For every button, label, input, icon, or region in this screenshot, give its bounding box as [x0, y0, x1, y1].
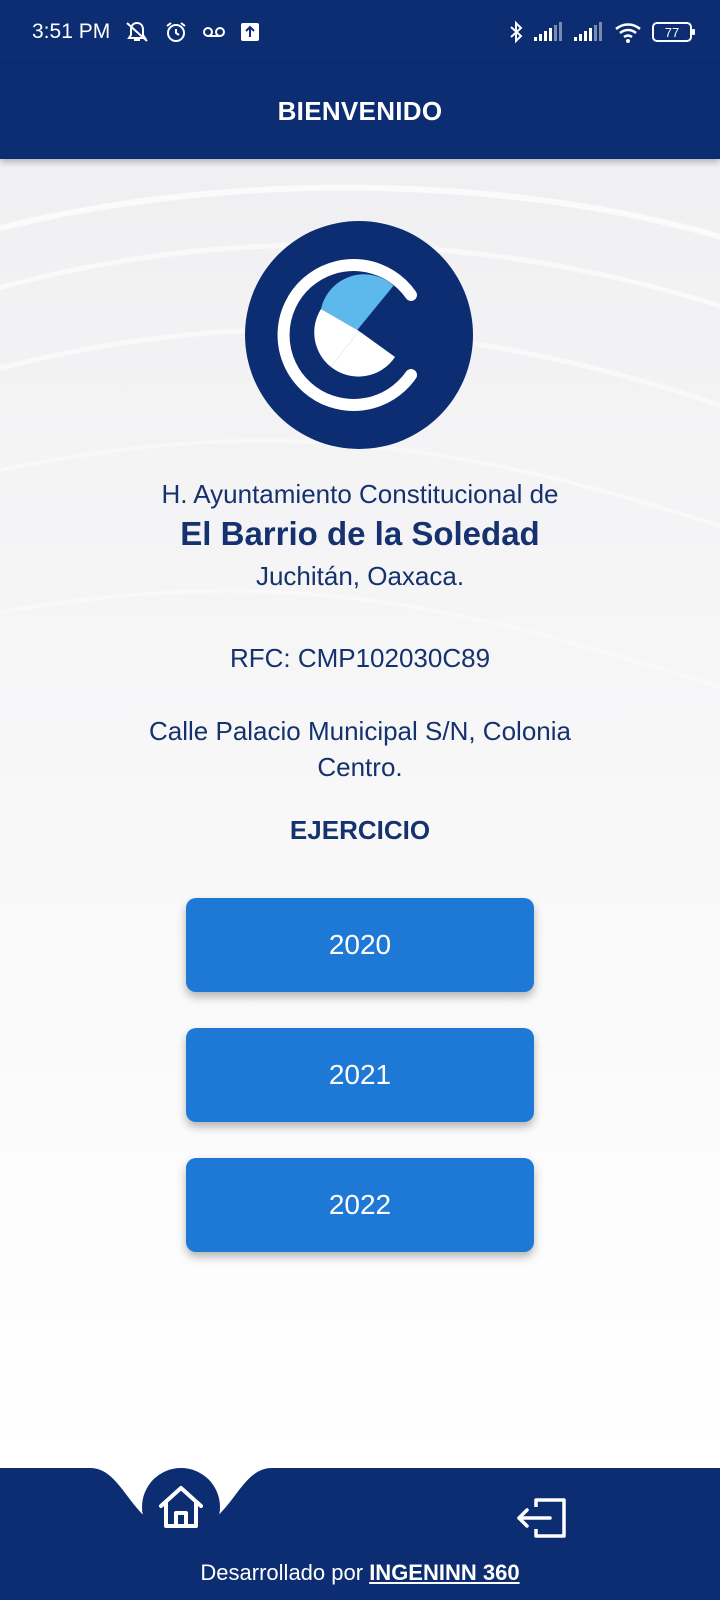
- organization-line: H. Ayuntamiento Constitucional de: [161, 479, 559, 509]
- main-content: H. Ayuntamiento Constitucional de El Bar…: [0, 159, 720, 1468]
- organization-location: Juchitán, Oaxaca.: [255, 561, 465, 591]
- wifi-icon: [614, 21, 642, 43]
- battery-icon: 77: [652, 21, 696, 43]
- rfc-text: RFC: CMP102030C89: [229, 643, 491, 673]
- year-2020-button[interactable]: 2020: [186, 898, 534, 992]
- voicemail-icon: [202, 24, 226, 40]
- ejercicio-label: EJERCICIO: [289, 815, 431, 845]
- bluetooth-icon: [508, 20, 524, 44]
- year-2022-button[interactable]: 2022: [186, 1158, 534, 1252]
- home-button[interactable]: [142, 1468, 220, 1546]
- developer-link[interactable]: INGENINN 360: [369, 1560, 519, 1585]
- upload-icon: [240, 22, 260, 42]
- bottom-navigation: Desarrollado por INGENINN 360: [0, 1468, 720, 1600]
- status-bar-right: 77: [508, 20, 696, 44]
- alarm-icon: [164, 20, 188, 44]
- mute-icon: [124, 20, 150, 44]
- logout-button[interactable]: [510, 1490, 572, 1546]
- signal-icon: [534, 22, 564, 42]
- signal-icon: [574, 22, 604, 42]
- footer-credit-prefix: Desarrollado por: [200, 1560, 364, 1585]
- app-bar: BIENVENIDO: [0, 64, 720, 159]
- year-2021-button[interactable]: 2021: [186, 1028, 534, 1122]
- logout-icon: [517, 1498, 566, 1538]
- organization-name: El Barrio de la Soledad: [180, 515, 540, 552]
- footer-credit: Desarrollado por INGENINN 360: [0, 1560, 720, 1586]
- status-bar-left: 3:51 PM: [32, 20, 260, 44]
- battery-level: 77: [665, 25, 679, 40]
- page-title: BIENVENIDO: [277, 96, 443, 126]
- home-icon: [159, 1486, 203, 1528]
- municipality-logo: [245, 221, 473, 449]
- status-bar: 3:51 PM 77: [0, 0, 720, 64]
- address-text: Calle Palacio Municipal S/N, Colonia Cen…: [149, 716, 571, 782]
- status-time: 3:51 PM: [32, 20, 111, 43]
